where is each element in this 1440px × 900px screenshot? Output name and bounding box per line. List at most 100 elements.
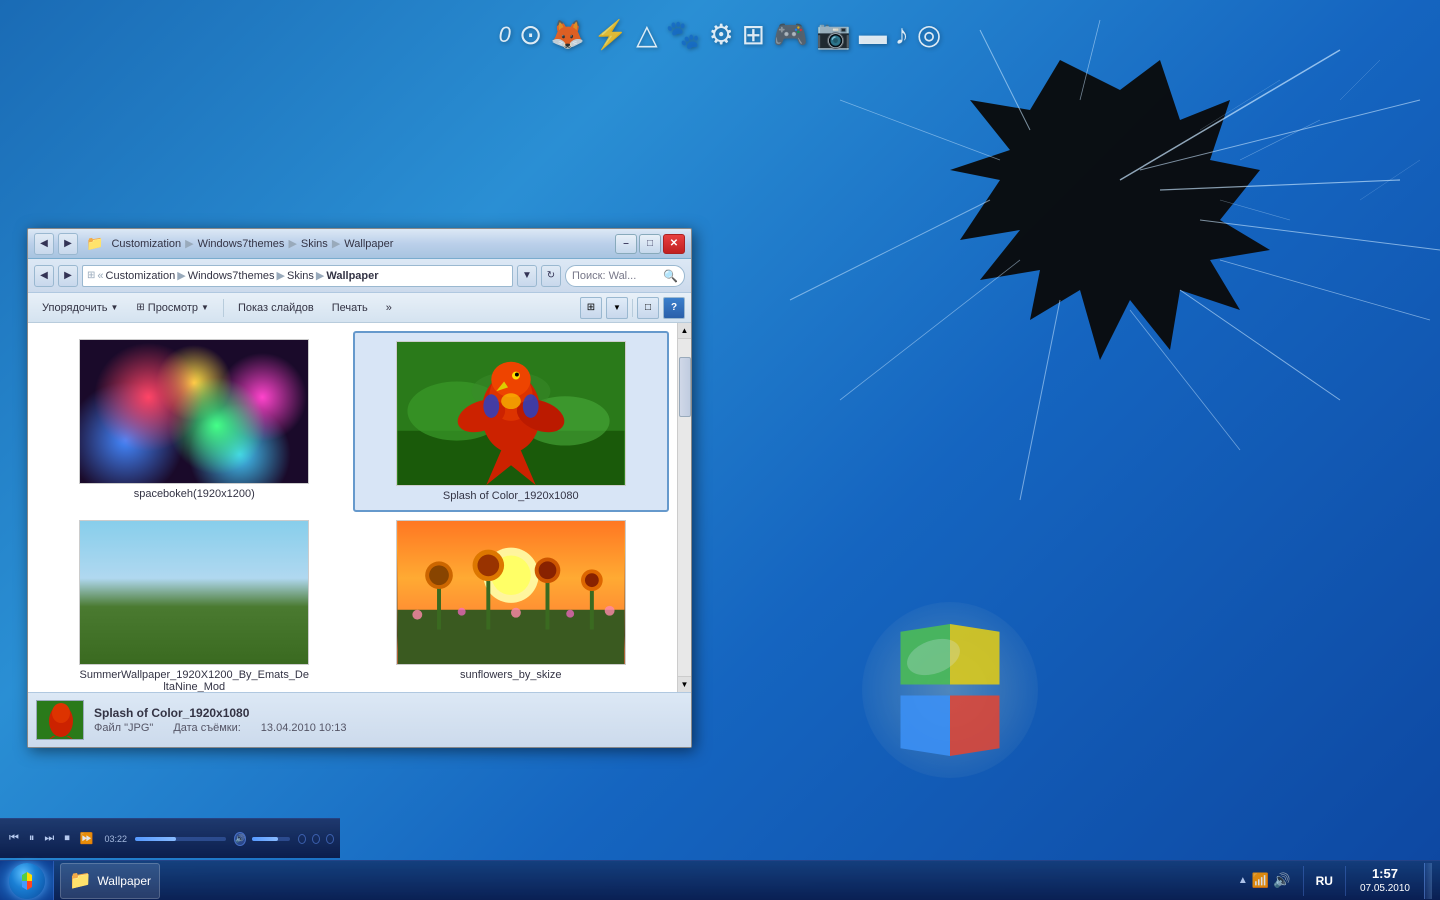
media-player: ⏮ ⏸ ⏭ ⏹ ⏩ 4:12 :: Astrovoid - Time Machi… [0,818,340,858]
preview-btn[interactable]: □ [637,297,659,319]
print-btn[interactable]: Печать [324,296,376,320]
addr-part1[interactable]: Customization [106,270,176,282]
addr-part4[interactable]: Wallpaper [326,270,378,282]
breadcrumb-bar[interactable]: ⊞ « Customization ▶ Windows7themes ▶ Ski… [82,265,513,287]
dock-icon-triangle[interactable]: △ [636,18,658,51]
tray-expand-icon[interactable]: ▲ [1238,875,1248,886]
addr-part2[interactable]: Windows7themes [188,270,275,282]
vol-icon[interactable]: 🔊 [234,832,246,846]
addr-part3[interactable]: Skins [287,270,314,282]
address-bar: ◀ ▶ ⊞ « Customization ▶ Windows7themes ▶… [28,259,691,293]
file-name-summer: SummerWallpaper_1920X1200_By_Emats_Delta… [79,669,309,692]
breadcrumb-3[interactable]: Skins [301,238,328,250]
start-orb[interactable] [9,863,45,899]
dock-icon-paw[interactable]: 🐾 [666,18,701,51]
taskbar-item-folder[interactable]: 📁 Wallpaper [60,863,160,899]
media-prev-btn[interactable]: ⏮ [6,830,22,847]
view-arrow: ▼ [201,303,209,312]
dock-icon-camera[interactable]: 📷 [816,18,851,51]
file-thumb-bokeh [79,339,309,484]
dock-icon-music[interactable]: ♪ [895,19,909,51]
system-tray: ▲ 📶 🔊 [1234,872,1295,889]
dock-icon-chrome[interactable]: ⊙ [519,18,542,51]
file-list: spacebokeh(1920x1200) [28,323,677,692]
file-thumb-summer [79,520,309,665]
back-btn[interactable]: ◀ [34,233,54,255]
media-next-btn[interactable]: ⏭ [41,830,57,847]
dock-icon-bar[interactable]: ▬ [859,19,887,51]
file-name-bokeh: spacebokeh(1920x1200) [134,488,255,500]
progress-bar[interactable] [135,837,226,841]
folder-icon-title: 📁 [86,235,103,252]
dock-icon-gamepad[interactable]: 🎮 [773,18,808,51]
search-placeholder: Поиск: Wal... [572,270,636,282]
maximize-btn[interactable]: □ [639,234,661,254]
tray-network-icon[interactable]: 📶 [1252,872,1269,889]
scroll-up-btn[interactable]: ▲ [678,323,691,339]
clock[interactable]: 1:57 07.05.2010 [1354,866,1416,896]
start-button[interactable] [0,861,54,900]
tbar-sep2 [632,299,633,317]
refresh-btn[interactable]: ↻ [541,265,561,287]
taskbar-item-label: Wallpaper [97,874,151,888]
status-type: Файл "JPG" [94,722,153,734]
breadcrumb-1[interactable]: Customization [111,238,181,250]
close-btn[interactable]: ✕ [663,234,685,254]
breadcrumb-2[interactable]: Windows7themes [198,238,285,250]
file-item-bokeh[interactable]: spacebokeh(1920x1200) [36,331,353,512]
search-icon[interactable]: 🔍 [663,269,678,283]
tray-volume-icon[interactable]: 🔊 [1273,872,1290,889]
file-item-parrot[interactable]: Splash of Color_1920x1080 [353,331,670,512]
minimize-btn[interactable]: – [615,234,637,254]
lang-indicator[interactable]: RU [1312,874,1337,888]
media-play-btn[interactable]: ⏸ [26,830,38,847]
view-btn-toolbar[interactable]: ⊞ Просмотр ▼ [128,296,217,320]
slideshow-btn[interactable]: Показ слайдов [230,296,322,320]
clock-date: 07.05.2010 [1360,882,1410,895]
file-thumb-parrot [396,341,626,486]
media-ff-btn[interactable]: ⏩ [77,830,97,847]
sep3: ▶ [332,237,340,250]
back-nav-btn[interactable]: ◀ [34,265,54,287]
dock-icon-disc[interactable]: ◎ [917,18,941,51]
dock-icon-firefox[interactable]: 🦊 [550,18,585,51]
dock-icon-steam[interactable]: ⚙ [709,18,734,51]
indicator-1 [298,834,306,844]
file-name-sunflowers: sunflowers_by_skize [460,669,562,681]
status-name: Splash of Color_1920x1080 [94,706,683,720]
title-bar-controls: – □ ✕ [615,234,685,254]
view-icon: ⊞ [136,302,144,313]
desktop: 0 ⊙ 🦊 ⚡ △ 🐾 ⚙ ⊞ 🎮 📷 ▬ ♪ ◎ ◀ ▶ 📁 Customiz… [0,0,1440,900]
indicator-2 [312,834,320,844]
more-btn[interactable]: » [378,296,400,320]
view-mode-btn[interactable]: ⊞ [580,297,602,319]
taskbar-right: ▲ 📶 🔊 RU 1:57 07.05.2010 [1234,863,1440,899]
file-item-summer[interactable]: SummerWallpaper_1920X1200_By_Emats_Delta… [36,512,353,692]
help-btn[interactable]: ? [663,297,685,319]
taskbar: 📁 Wallpaper ▲ 📶 🔊 RU 1:57 07.05.2010 [0,860,1440,900]
forward-btn[interactable]: ▶ [58,233,78,255]
dropdown-btn[interactable]: ▼ [517,265,537,287]
media-stop-btn[interactable]: ⏹ [61,830,73,847]
organize-btn[interactable]: Упорядочить ▼ [34,296,126,320]
scrollbar[interactable]: ▲ ▼ [677,323,691,692]
scroll-down-btn[interactable]: ▼ [678,676,691,692]
top-dock: 0 ⊙ 🦊 ⚡ △ 🐾 ⚙ ⊞ 🎮 📷 ▬ ♪ ◎ [499,18,942,51]
dock-icon-0[interactable]: 0 [499,22,511,48]
breadcrumb-4[interactable]: Wallpaper [344,238,393,250]
scroll-thumb[interactable] [679,357,691,417]
content-area: spacebokeh(1920x1200) [28,323,691,692]
view-details-btn[interactable]: ▼ [606,297,628,319]
file-item-sunflowers[interactable]: sunflowers_by_skize [353,512,670,692]
show-desktop-btn[interactable] [1424,863,1432,899]
search-box[interactable]: Поиск: Wal... 🔍 [565,265,685,287]
toolbar-sep1 [223,299,224,317]
vol-bar[interactable] [252,837,290,841]
forward-nav-btn[interactable]: ▶ [58,265,78,287]
status-info: Splash of Color_1920x1080 Файл "JPG" Дат… [94,706,683,734]
explorer-window[interactable]: ◀ ▶ 📁 Customization ▶ Windows7themes ▶ S… [27,228,692,748]
status-thumb [36,700,84,740]
dock-icon-bolt[interactable]: ⚡ [593,18,628,51]
dock-icon-grid[interactable]: ⊞ [742,18,765,51]
taskbar-folder-icon: 📁 [69,870,91,891]
